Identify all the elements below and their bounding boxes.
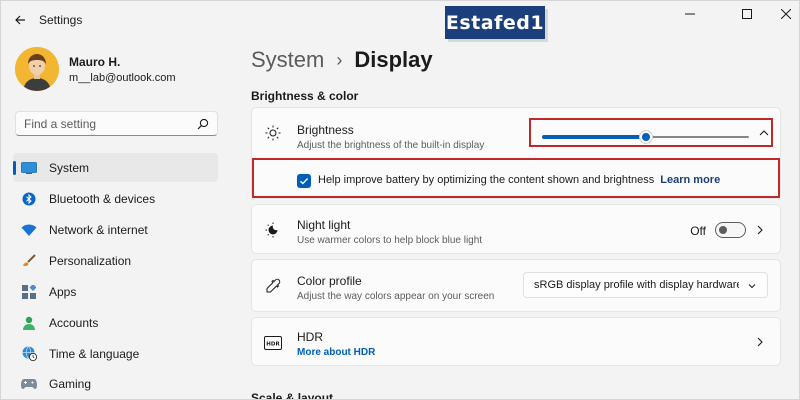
search-input[interactable] — [24, 116, 197, 131]
apps-icon — [22, 284, 36, 299]
sidebar-item-network[interactable]: Network & internet — [13, 215, 218, 244]
brightness-title: Brightness — [297, 123, 354, 137]
user-name: Mauro H. — [69, 54, 121, 69]
minimize-icon — [685, 13, 695, 15]
bluetooth-icon — [22, 192, 36, 205]
sidebar-item-gaming[interactable]: Gaming — [13, 369, 218, 398]
color-profile-dropdown[interactable]: sRGB display profile with display hardwa… — [523, 272, 768, 298]
account-icon — [23, 316, 35, 330]
chevron-right-icon: › — [336, 49, 343, 70]
sidebar-item-label: Bluetooth & devices — [49, 191, 156, 206]
settings-window: Settings Estafed1 Mauro H. m__lab@outloo… — [0, 0, 800, 400]
more-about-hdr-link[interactable]: More about HDR — [297, 347, 375, 358]
close-button[interactable] — [771, 5, 799, 23]
app-title: Settings — [39, 13, 83, 27]
night-light-icon — [265, 222, 278, 238]
active-indicator — [13, 161, 16, 175]
chevron-right-icon — [757, 337, 763, 347]
color-profile-selected: sRGB display profile with display hardwa… — [534, 279, 739, 291]
search-box — [15, 111, 218, 136]
back-button[interactable] — [11, 11, 29, 29]
search-icon[interactable] — [197, 118, 209, 130]
breadcrumb: System › Display — [251, 47, 433, 73]
night-light-title: Night light — [297, 218, 351, 232]
svg-text:HDR: HDR — [266, 342, 280, 348]
maximize-button[interactable] — [732, 5, 762, 23]
color-profile-title: Color profile — [297, 274, 362, 288]
section-title-brightness-color: Brightness & color — [251, 89, 359, 103]
sidebar-item-label: Apps — [49, 284, 77, 299]
user-avatar-icon — [15, 47, 59, 91]
chevron-down-icon — [748, 284, 756, 289]
avatar — [15, 47, 59, 91]
breadcrumb-parent[interactable]: System — [251, 47, 324, 73]
sidebar-item-label: Network & internet — [49, 222, 148, 237]
color-profile-card: Color profile Adjust the way colors appe… — [251, 259, 781, 312]
sidebar-item-label: System — [49, 160, 90, 175]
hdr-icon: HDR — [264, 336, 282, 350]
sidebar-item-bluetooth[interactable]: Bluetooth & devices — [13, 184, 218, 213]
sidebar-item-accounts[interactable]: Accounts — [13, 308, 218, 337]
gamepad-icon — [21, 379, 37, 389]
minimize-button[interactable] — [675, 5, 705, 23]
sidebar-item-apps[interactable]: Apps — [13, 277, 218, 306]
system-icon — [21, 161, 37, 174]
brightness-subtitle: Adjust the brightness of the built-in di… — [297, 140, 485, 151]
chevron-right-icon — [757, 225, 763, 235]
sidebar-item-label: Accounts — [49, 315, 99, 330]
checkbox-highlight-box — [252, 158, 780, 198]
hdr-title: HDR — [297, 330, 323, 344]
night-light-card[interactable]: Night light Use warmer colors to help bl… — [251, 204, 781, 254]
globe-clock-icon — [22, 346, 37, 361]
close-icon — [781, 9, 791, 19]
brush-icon — [23, 253, 36, 266]
sidebar-item-label: Personalization — [49, 253, 132, 268]
title-bar: Settings Estafed1 — [1, 1, 799, 39]
brand-watermark: Estafed1 — [445, 6, 545, 39]
night-light-expand[interactable] — [754, 224, 766, 236]
slider-highlight-box — [529, 118, 773, 147]
night-light-state: Off — [690, 224, 706, 238]
sidebar-item-personalization[interactable]: Personalization — [13, 246, 218, 275]
user-profile[interactable]: Mauro H. m__lab@outlook.com — [15, 47, 176, 91]
hdr-expand[interactable] — [754, 336, 766, 348]
eyedropper-icon — [266, 278, 281, 293]
maximize-icon — [742, 9, 752, 19]
night-light-toggle[interactable] — [715, 222, 746, 238]
sidebar-item-time-language[interactable]: Time & language — [13, 339, 218, 368]
section-title-scale-layout: Scale & layout — [251, 391, 334, 400]
page-title: Display — [354, 47, 433, 72]
night-light-subtitle: Use warmer colors to help block blue lig… — [297, 235, 483, 246]
sidebar-item-label: Gaming — [49, 376, 92, 391]
hdr-card[interactable]: HDR HDR More about HDR — [251, 317, 781, 366]
user-email: m__lab@outlook.com — [69, 71, 176, 84]
color-profile-subtitle: Adjust the way colors appear on your scr… — [297, 291, 495, 302]
sun-icon — [265, 125, 281, 141]
wifi-icon — [21, 224, 37, 236]
sidebar-item-label: Time & language — [49, 346, 140, 361]
sidebar-item-system[interactable]: System — [13, 153, 218, 182]
arrow-left-icon — [15, 15, 25, 25]
